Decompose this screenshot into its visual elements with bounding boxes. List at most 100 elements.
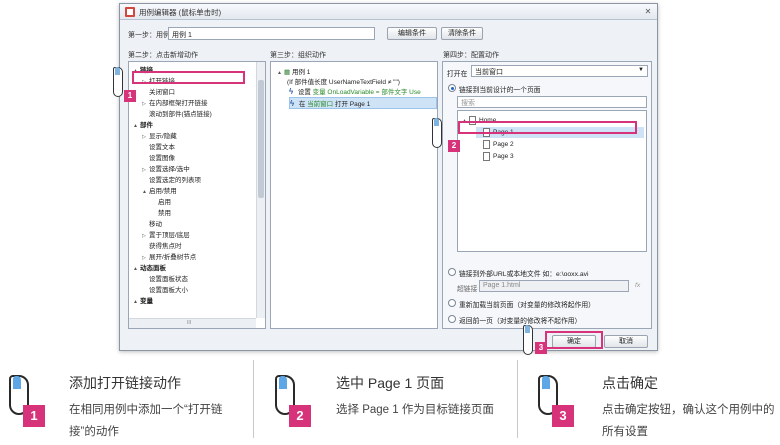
radio-back[interactable] [448,315,456,323]
open-in-value: 当前窗口 [475,69,503,76]
action-tree-label: 关闭窗口 [149,89,175,96]
action-set-variable[interactable]: ϟ 设置 变量 OnLoadVariable = 部件文字 Use [289,86,421,96]
action-tree-item[interactable]: ▷ 在内部框架打开链接 [142,98,208,109]
external-url-label: 链接到外部URL或本地文件 如：e:\ooxx.avi [459,271,589,278]
marker-3: 3 [535,342,547,354]
reload-label: 重新加载当前页面（对变量的修改将起作用） [459,302,595,309]
action-tree-label: 置于顶层/底层 [149,232,190,239]
action-open-link[interactable]: ϟ 在 当前窗口 打开 Page 1 [289,97,437,109]
action-tree-item[interactable]: 设置文本 [142,142,175,153]
action-tree-label: 设置面板状态 [149,276,188,283]
action-target: 变量 OnLoadVariable = 部件文字 Use [312,89,421,96]
action-tree-label: 获得焦点时 [149,243,182,250]
marker-1: 1 [124,90,136,102]
action-tree-label: 设置面板大小 [149,287,188,294]
action-tree-label: 在内部框架打开链接 [149,100,208,107]
action-tree-item[interactable]: 设置面板大小 [142,285,188,296]
action-tree-label: 设置选择/选中 [149,166,190,173]
action-tree-item[interactable]: ▷ 设置选择/选中 [142,164,190,175]
expand-icon: ▲ [133,123,138,129]
title-bar: 用例编辑器 (鼠标单击时) ✕ [120,4,657,20]
action-tree-item[interactable]: 设置面板状态 [142,274,188,285]
page-search-input[interactable]: 搜索 [457,96,647,108]
scroll-thumb[interactable] [258,80,264,198]
radio-external-url[interactable] [448,268,456,276]
case-icon: ▦ [284,69,291,76]
case-node[interactable]: ▲ ▦ 用例 1 [277,66,310,76]
action-tree-item[interactable]: 获得焦点时 [142,241,182,252]
action-tree-item[interactable]: ▷ 显示/隐藏 [142,131,177,142]
action-tree-item[interactable]: ▲ 部件 [133,120,153,131]
open-in-label: 打开在 [447,71,468,78]
page-tree-item[interactable]: Page 2 [476,139,514,150]
back-label: 返回前一页（对变量的修改将不起作用） [459,318,582,325]
action-verb: 设置 [297,89,311,96]
radio-reload[interactable] [448,299,456,307]
page-label: Page 3 [493,153,514,160]
action-tree-item[interactable]: 启用 [151,197,171,208]
action-target: 当前窗口 [307,101,334,108]
action-tree-label: 展开/折叠树节点 [149,254,197,261]
case-description-input[interactable]: 用例 1 [168,27,375,40]
action-detail: 打开 Page 1 [334,101,371,108]
fx-button[interactable]: fx [635,282,640,289]
action-tree-item[interactable]: 设置选定的列表项 [142,175,201,186]
page-icon [483,151,490,161]
expand-icon: ▲ [142,189,147,195]
mouse-icon [113,67,123,97]
case-label: 用例 1 [291,69,311,76]
action-tree-item[interactable]: ▷ 置于顶层/底层 [142,230,190,241]
step-number: 2 [289,405,311,427]
action-tree-item[interactable]: 滚动到部件(锚点链接) [142,109,212,120]
mouse-icon [523,325,533,355]
action-tree-item[interactable]: ▲ 变量 [133,296,153,307]
action-tree-item[interactable]: ▲ 动态面板 [133,263,166,274]
cancel-button[interactable]: 取消 [604,335,648,348]
action-tree-label: 滚动到部件(锚点链接) [149,111,212,118]
page-icon [483,139,490,149]
page-tree-item[interactable]: Page 3 [476,151,514,162]
page-label: Page 2 [493,141,514,148]
step4-label: 第四步：配置动作 [443,52,499,59]
open-in-select[interactable]: 当前窗口 ▼ [471,65,648,77]
step-description: 在相同用例中添加一个“打开链接”的动作 [69,404,223,438]
action-verb: 在 [298,101,306,108]
radio-link-page[interactable] [448,84,456,92]
action-tree-label: 变量 [140,298,153,305]
expand-icon: ▲ [133,266,138,272]
action-tree-label: 移动 [149,221,162,228]
action-tree-item[interactable]: 移动 [142,219,162,230]
expand-icon: ▲ [133,299,138,305]
organize-actions-panel: ▲ ▦ 用例 1 (If 部件值长度 UserNameTextField ≠ ""… [270,61,438,329]
app-icon [125,7,135,17]
divider [253,360,254,438]
dialog-title: 用例编辑器 (鼠标单击时) [139,8,222,17]
actions-scrollbar[interactable] [256,62,265,318]
hyperlink-input[interactable]: Page 1.html [479,280,629,292]
expand-icon: ▲ [277,70,282,76]
step-description: 点击确定按钮，确认这个用例中的所有设置 [602,404,775,438]
action-tree-item[interactable]: ▲ 启用/禁用 [142,186,177,197]
highlight-ok-button [545,331,603,349]
marker-2: 2 [448,140,460,152]
action-tree-item[interactable]: 关闭窗口 [142,87,175,98]
highlight-page-1 [458,121,637,134]
actions-hscrollbar[interactable]: III [129,318,256,328]
lightning-icon: ϟ [290,99,295,108]
hyperlink-label: 超链接 [457,286,478,293]
step2-label: 第二步：点击新增动作 [128,52,198,59]
action-tree-label: 设置选定的列表项 [149,177,201,184]
step-description: 选择 Page 1 作为目标链接页面 [336,404,494,416]
action-tree-item[interactable]: ▷ 展开/折叠树节点 [142,252,196,263]
action-tree-item[interactable]: 禁用 [151,208,171,219]
highlight-open-link [132,71,245,84]
edit-condition-button[interactable]: 编辑条件 [387,27,437,40]
action-tree-item[interactable]: 设置图像 [142,153,175,164]
divider [517,360,518,438]
clear-condition-button[interactable]: 清除条件 [441,27,483,40]
action-tree-label: 禁用 [158,210,171,217]
case-condition: (If 部件值长度 UserNameTextField ≠ "") [287,79,400,86]
mouse-icon [432,118,442,148]
action-tree-label: 启用 [158,199,171,206]
close-icon[interactable]: ✕ [643,7,653,17]
